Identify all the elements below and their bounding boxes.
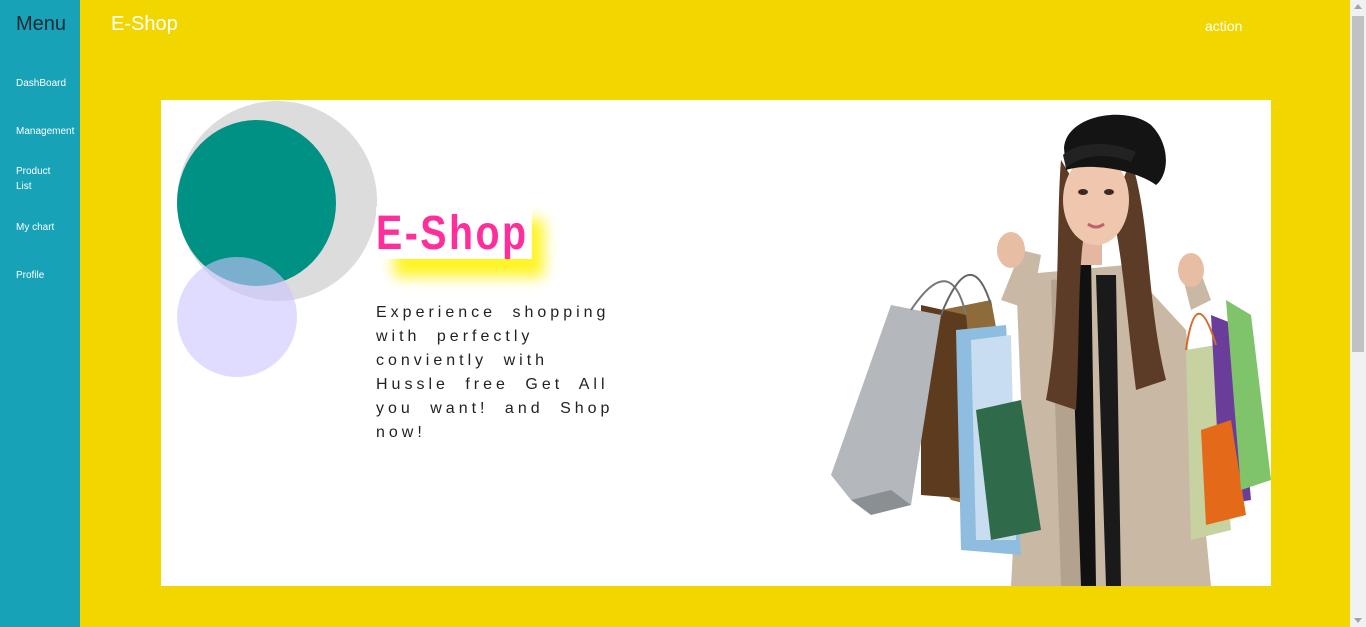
vertical-scrollbar[interactable] <box>1350 0 1366 627</box>
decorative-lavender-circle <box>177 257 297 377</box>
menu-title: Menu <box>16 13 67 35</box>
banner-logo: E-Shop <box>376 207 566 277</box>
sidebar-item-profile[interactable]: Profile <box>16 268 78 283</box>
shopping-woman-illustration <box>831 114 1271 586</box>
banner-tagline: Experience shopping with perfectly convi… <box>376 304 614 441</box>
sidebar: Menu DashBoard Management Product List M… <box>0 0 80 627</box>
scroll-up-icon[interactable] <box>1354 4 1362 9</box>
sidebar-item-dashboard[interactable]: DashBoard <box>16 76 78 91</box>
scroll-down-icon[interactable] <box>1354 618 1362 623</box>
sidebar-item-product-list[interactable]: Product List <box>16 164 60 194</box>
scrollbar-thumb[interactable] <box>1352 16 1364 352</box>
sidebar-item-management[interactable]: Management <box>16 124 78 139</box>
sidebar-item-my-chart[interactable]: My chart <box>16 220 78 235</box>
action-link[interactable]: action <box>1205 18 1242 34</box>
header-brand[interactable]: E-Shop <box>111 13 178 36</box>
hero-banner: E-Shop Experience shopping with perfectl… <box>161 100 1271 586</box>
banner-logo-text: E-Shop <box>376 207 532 259</box>
